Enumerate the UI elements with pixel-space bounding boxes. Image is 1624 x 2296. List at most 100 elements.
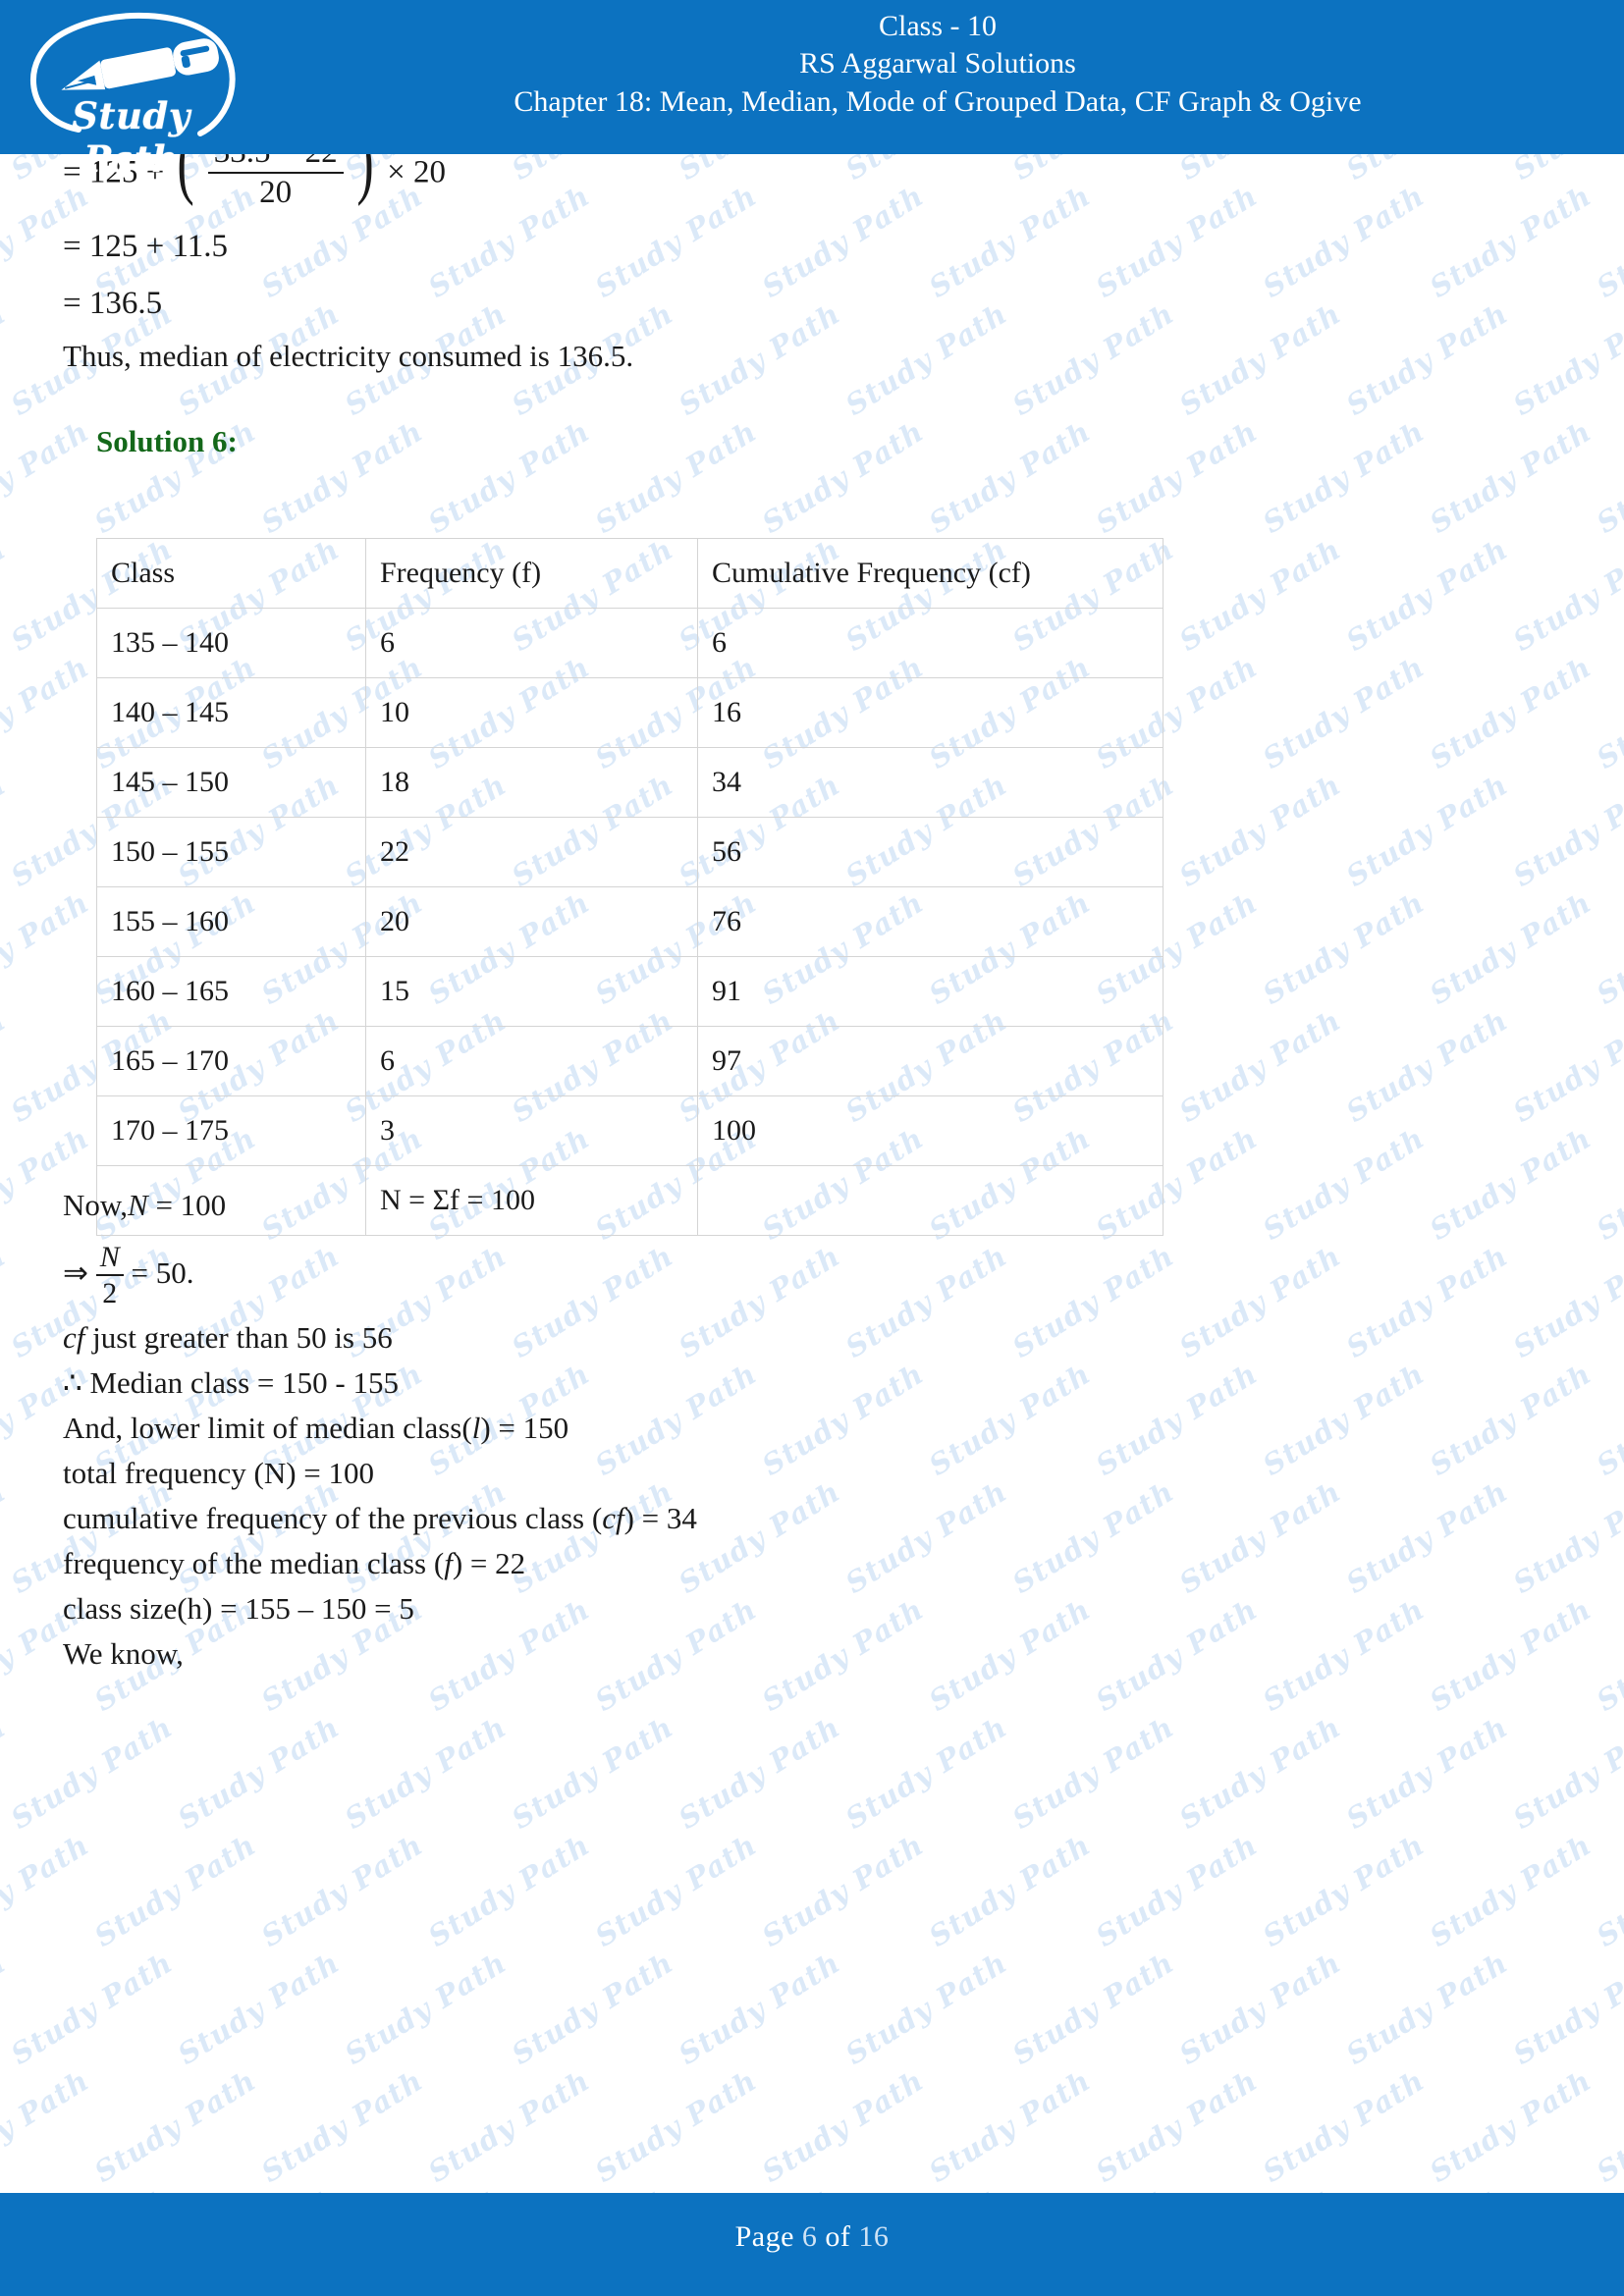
total-frequency-line: total frequency (N) = 100 bbox=[63, 1456, 375, 1490]
watermark-text: Study Path bbox=[1257, 179, 1431, 304]
table-row: 165 – 170 6 97 bbox=[96, 1026, 1164, 1096]
watermark-text: Study Path bbox=[1424, 885, 1597, 1011]
cf-symbol: cf bbox=[63, 1320, 85, 1355]
watermark-text: Study Path bbox=[1507, 296, 1624, 422]
watermark-text: Study Path bbox=[839, 296, 1013, 422]
watermark-text: Study Path bbox=[422, 2063, 596, 2189]
watermark-text: Study Path bbox=[839, 1239, 1013, 1364]
table-row: 135 – 140 6 6 bbox=[96, 608, 1164, 678]
watermark-text: Study Path bbox=[673, 1474, 846, 1600]
watermark-text: Study Path bbox=[1257, 1592, 1431, 1718]
watermark-text: Study Path bbox=[589, 1592, 763, 1718]
watermark-text: Study Path bbox=[756, 2063, 930, 2189]
lower-limit-line: And, lower limit of median class(l) = 15… bbox=[63, 1413, 568, 1443]
watermark-text: Study Path bbox=[1090, 1828, 1264, 1953]
watermark-text: Study Path bbox=[1591, 414, 1624, 540]
watermark-text: Study Path bbox=[0, 1710, 12, 1836]
watermark-text: Study Path bbox=[1424, 650, 1597, 775]
cell-frequency: 18 bbox=[365, 747, 698, 818]
logo-wordmark: Study Path bbox=[72, 94, 190, 181]
watermark-text: Study Path bbox=[673, 296, 846, 422]
watermark-text: Study Path bbox=[1591, 1828, 1624, 1953]
watermark-text: Study Path bbox=[1173, 1003, 1347, 1129]
cf-rest: just greater than 50 is 56 bbox=[92, 1320, 393, 1355]
watermark-text: Study Path bbox=[1006, 296, 1180, 422]
cell-frequency: 22 bbox=[365, 817, 698, 887]
cf-prev-post: ) = 34 bbox=[623, 1501, 697, 1535]
watermark-text: Study Path bbox=[1006, 1239, 1180, 1364]
cell-class: 170 – 175 bbox=[96, 1095, 366, 1166]
header-title-block: Class - 10 RS Aggarwal Solutions Chapter… bbox=[251, 0, 1624, 154]
watermark-text: Study Path bbox=[1173, 1239, 1347, 1364]
n-over-2-numerator: N bbox=[95, 1241, 124, 1276]
watermark-text: Study Path bbox=[673, 2181, 846, 2193]
watermark-text: Study Path bbox=[506, 2181, 679, 2193]
watermark-text: Study Path bbox=[5, 1946, 179, 2071]
watermark-text: Study Path bbox=[422, 179, 596, 304]
watermark-text: Study Path bbox=[1507, 532, 1624, 658]
cell-cumulative: 6 bbox=[697, 608, 1164, 678]
watermark-text: Study Path bbox=[1340, 1946, 1514, 2071]
table-row: 145 – 150 18 34 bbox=[96, 747, 1164, 818]
watermark-text: Study Path bbox=[0, 414, 95, 540]
table-row: 160 – 165 15 91 bbox=[96, 956, 1164, 1027]
watermark-text: Study Path bbox=[1257, 1828, 1431, 1953]
watermark-text: Study Path bbox=[339, 2181, 513, 2193]
table-row: 170 – 175 3 100 bbox=[96, 1095, 1164, 1166]
watermark-text: Study Path bbox=[0, 885, 95, 1011]
cell-total-frequency: N = Σf = 100 bbox=[365, 1165, 698, 1236]
cell-class: 160 – 165 bbox=[96, 956, 366, 1027]
watermark-text: Study Path bbox=[1006, 1474, 1180, 1600]
watermark-text: Study Path bbox=[339, 1474, 513, 1600]
watermark-text: Study Path bbox=[923, 1828, 1097, 1953]
watermark-text: Study Path bbox=[1591, 1592, 1624, 1718]
cell-class: 165 – 170 bbox=[96, 1026, 366, 1096]
watermark-text: Study Path bbox=[1507, 1474, 1624, 1600]
watermark-text: Study Path bbox=[1257, 650, 1431, 775]
watermark-text: Study Path bbox=[1424, 1357, 1597, 1482]
watermark-text: Study Path bbox=[5, 2181, 179, 2193]
watermark-text: Study Path bbox=[88, 1828, 262, 1953]
watermark-text: Study Path bbox=[172, 1710, 346, 1836]
cell-frequency: 6 bbox=[365, 1026, 698, 1096]
table-row: 140 – 145 10 16 bbox=[96, 677, 1164, 748]
class-size-line: class size(h) = 155 – 150 = 5 bbox=[63, 1591, 414, 1626]
watermark-text: Study Path bbox=[1173, 532, 1347, 658]
we-know-line: We know, bbox=[63, 1636, 184, 1671]
watermark-text: Study Path bbox=[1173, 1474, 1347, 1600]
watermark-text: Study Path bbox=[1340, 2181, 1514, 2193]
watermark-text: Study Path bbox=[1340, 296, 1514, 422]
cell-frequency: 10 bbox=[365, 677, 698, 748]
watermark-text: Study Path bbox=[1507, 1239, 1624, 1364]
watermark-text: Study Path bbox=[0, 1946, 12, 2071]
now-value: = 100 bbox=[155, 1188, 227, 1222]
watermark-text: Study Path bbox=[1257, 414, 1431, 540]
now-prefix: Now, bbox=[63, 1188, 129, 1222]
lower-limit-post: ) = 150 bbox=[480, 1411, 569, 1445]
watermark-text: Study Path bbox=[589, 1357, 763, 1482]
watermark-text: Study Path bbox=[0, 532, 12, 658]
table-total-row: N = Σf = 100 bbox=[96, 1165, 1164, 1236]
watermark-text: Study Path bbox=[1006, 1710, 1180, 1836]
watermark-text: Study Path bbox=[589, 1828, 763, 1953]
table-row: 155 – 160 20 76 bbox=[96, 886, 1164, 957]
watermark-text: Study Path bbox=[506, 1474, 679, 1600]
watermark-text: Study Path bbox=[1591, 1121, 1624, 1247]
cell-frequency: 15 bbox=[365, 956, 698, 1027]
watermark-text: Study Path bbox=[255, 1828, 429, 1953]
cell-class: 150 – 155 bbox=[96, 817, 366, 887]
watermark-text: Study Path bbox=[923, 1592, 1097, 1718]
watermark-text: Study Path bbox=[5, 1474, 179, 1600]
watermark-text: Study Path bbox=[1257, 1121, 1431, 1247]
watermark-text: Study Path bbox=[1257, 1357, 1431, 1482]
cell-class: 145 – 150 bbox=[96, 747, 366, 818]
watermark-text: Study Path bbox=[756, 1828, 930, 1953]
study-path-logo: Study Path bbox=[8, 4, 251, 181]
watermark-text: Study Path bbox=[1424, 1828, 1597, 1953]
watermark-text: Study Path bbox=[422, 1828, 596, 1953]
watermark-text: Study Path bbox=[0, 1828, 95, 1953]
page-number-text: Page 6 of 16 bbox=[735, 2220, 890, 2254]
cell-cumulative: 100 bbox=[697, 1095, 1164, 1166]
page-label: Page bbox=[734, 2220, 794, 2253]
watermark-text: Study Path bbox=[339, 1946, 513, 2071]
